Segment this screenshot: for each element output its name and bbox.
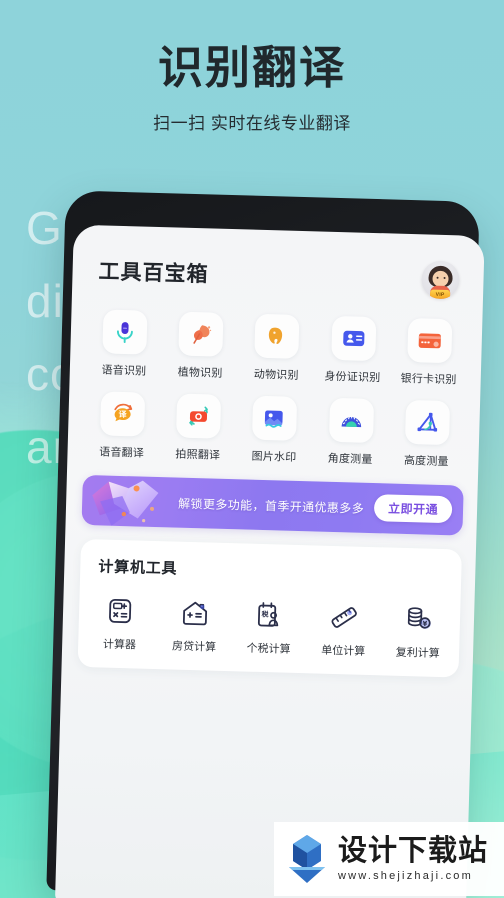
tool-label: 语音识别 [101, 364, 147, 378]
phone-mockup: 工具百宝箱 VIP 语音识别 植物识别 动物识别 身份证识别 银行卡识别 译 语… [46, 190, 485, 898]
tool-item-voice-recognition[interactable]: 语音识别 [86, 309, 164, 379]
image-watermark-icon [252, 395, 298, 441]
calculator-grid: 计算器 房贷计算 税 个税计算 单位计算 ¥ 复利计算 [82, 594, 456, 661]
tool-label: 动物识别 [253, 368, 299, 382]
calc-label: 计算器 [102, 638, 137, 652]
bank-card-icon [407, 317, 453, 364]
tool-label: 角度测量 [327, 452, 373, 467]
download-arrow-logo [289, 835, 325, 883]
watermark-texts: 设计下载站 www.shejizhaji.com [338, 833, 489, 883]
tool-label: 语音翻译 [99, 446, 145, 460]
tool-item-bank-card-recognition[interactable]: 银行卡识别 [390, 317, 468, 388]
protractor-icon [328, 397, 374, 444]
watermark: 设计下载站 www.shejizhaji.com [274, 822, 504, 896]
elephant-icon [254, 313, 300, 359]
camera-translate-icon [176, 393, 222, 439]
compound-interest-icon: ¥ [402, 603, 435, 636]
app-title: 工具百宝箱 [98, 260, 209, 287]
calc-item-mortgage[interactable]: 房贷计算 [157, 596, 233, 655]
tool-item-angle-measure[interactable]: 角度测量 [312, 397, 390, 467]
tool-item-plant-recognition[interactable]: 植物识别 [162, 311, 240, 381]
watermark-title: 设计下载站 [338, 833, 489, 867]
phone-screen: 工具百宝箱 VIP 语音识别 植物识别 动物识别 身份证识别 银行卡识别 译 语… [54, 224, 485, 898]
promo-text: 解锁更多功能，首季开通优惠多多 [177, 496, 365, 516]
height-measure-icon [404, 399, 451, 446]
microphone-icon [102, 309, 148, 355]
promo-header: 识别翻译 扫一扫 实时在线专业翻译 [0, 41, 504, 134]
calc-label: 房贷计算 [171, 640, 217, 654]
voice-translate-icon: 译 [100, 391, 146, 437]
app-header: 工具百宝箱 VIP [72, 225, 485, 306]
calc-item-compound-interest[interactable]: ¥ 复利计算 [380, 602, 456, 661]
tool-item-camera-translate[interactable]: 拍照翻译 [160, 393, 238, 463]
calculator-icon [104, 595, 137, 628]
calc-item-calculator[interactable]: 计算器 [82, 594, 158, 653]
tool-label: 银行卡识别 [400, 372, 457, 387]
tool-label: 身份证识别 [324, 370, 381, 385]
tool-item-voice-translate[interactable]: 译 语音翻译 [83, 391, 161, 461]
tool-grid: 语音识别 植物识别 动物识别 身份证识别 银行卡识别 译 语音翻译 拍照翻译 图… [67, 295, 483, 476]
watermark-url: www.shejizhaji.com [338, 870, 473, 882]
calculator-section-title: 计算机工具 [98, 558, 178, 578]
calc-item-income-tax[interactable]: 税 个税计算 [231, 598, 307, 657]
tool-label: 高度测量 [403, 454, 449, 469]
calc-item-unit-conversion[interactable]: 单位计算 [306, 600, 382, 659]
avatar-vip-badge: VIP [429, 289, 451, 300]
tool-label: 图片水印 [251, 450, 297, 464]
diamond-gem-icon [92, 480, 159, 526]
house-loan-icon [179, 597, 212, 630]
calc-label: 个税计算 [246, 642, 291, 656]
calculator-tools-card: 计算机工具 计算器 房贷计算 税 个税计算 单位计算 ¥ 复利计算 [77, 538, 462, 678]
svg-text:¥: ¥ [422, 620, 427, 628]
avatar-eye-left [436, 276, 439, 279]
tool-item-height-measure[interactable]: 高度测量 [388, 399, 466, 469]
calc-label: 复利计算 [395, 646, 440, 660]
plant-leaf-icon [178, 311, 224, 357]
tool-item-animal-recognition[interactable]: 动物识别 [238, 313, 316, 383]
income-tax-icon: 税 [253, 599, 286, 632]
tool-item-id-card-recognition[interactable]: 身份证识别 [314, 315, 392, 385]
id-card-icon [330, 315, 377, 362]
avatar-eye-right [443, 276, 446, 279]
tool-label: 植物识别 [177, 366, 223, 380]
svg-text:译: 译 [119, 409, 128, 419]
promo-banner[interactable]: 解锁更多功能，首季开通优惠多多 立即开通 [81, 474, 464, 536]
page-subtitle: 扫一扫 实时在线专业翻译 [153, 113, 351, 133]
tool-item-image-watermark[interactable]: 图片水印 [236, 395, 314, 465]
page-title: 识别翻译 [157, 41, 346, 94]
tool-label: 拍照翻译 [175, 448, 221, 462]
avatar[interactable]: VIP [420, 260, 461, 300]
svg-text:税: 税 [262, 610, 269, 619]
calc-label: 单位计算 [321, 644, 366, 658]
subscribe-now-button[interactable]: 立即开通 [373, 494, 453, 524]
ruler-unit-icon [328, 601, 361, 634]
